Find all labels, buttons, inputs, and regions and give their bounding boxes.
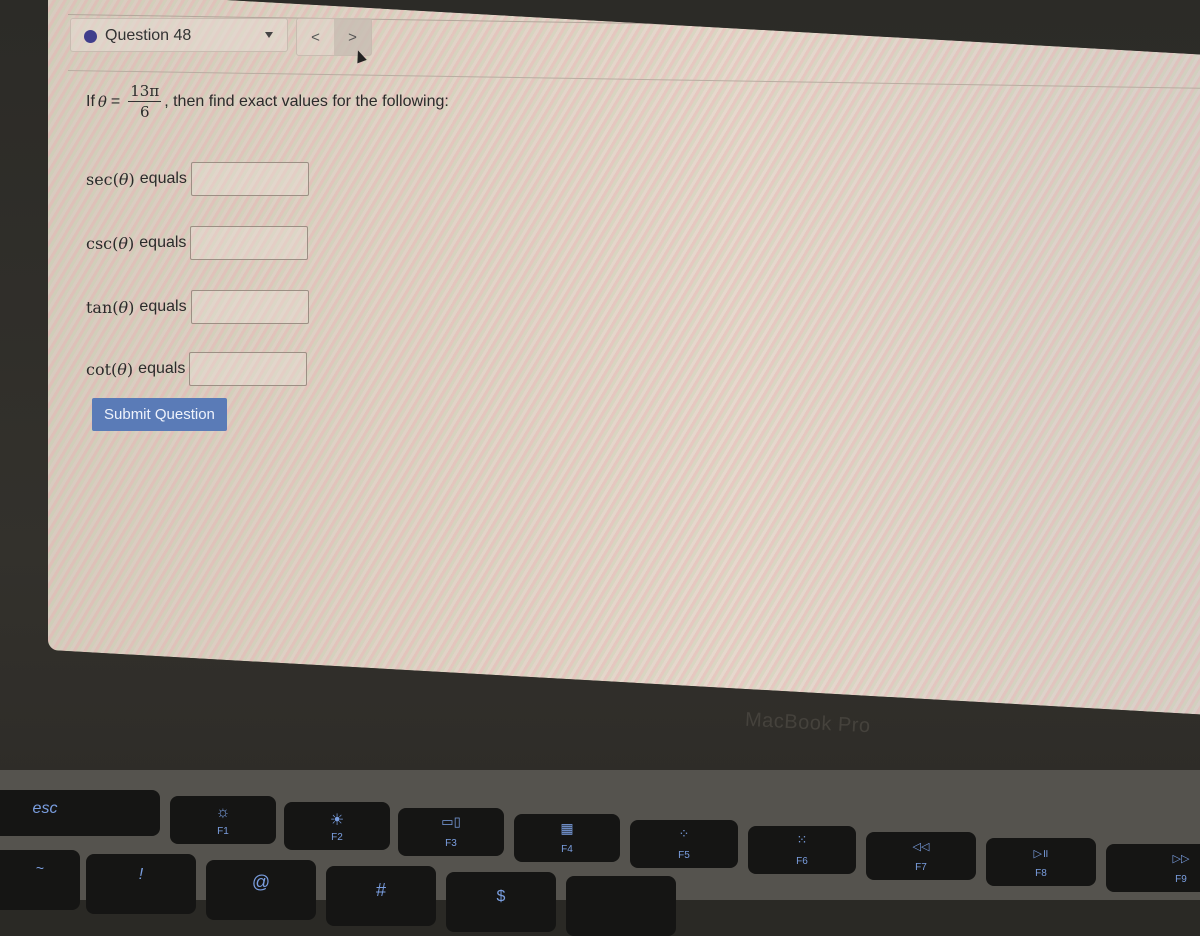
play-pause-icon: ▷॥ [1033, 848, 1049, 860]
equals-label: equals [139, 234, 187, 251]
prev-question-button[interactable]: < [297, 19, 334, 55]
csc-row: csc(θ) equals [86, 226, 309, 260]
mission-control-icon: ▭▯ [441, 814, 461, 829]
submit-question-button[interactable]: Submit Question [92, 398, 227, 431]
equals-sign: = [110, 92, 121, 110]
f4-key[interactable]: ▦ F4 [514, 814, 620, 862]
sec-row: sec(θ) equals [86, 162, 309, 196]
next-question-button[interactable]: > [334, 19, 371, 55]
key[interactable] [566, 876, 676, 936]
launchpad-icon: ▦ [560, 820, 574, 836]
f2-key[interactable]: ☀ F2 [284, 802, 390, 850]
status-dot-icon [84, 30, 97, 43]
equals-label: equals [139, 298, 187, 315]
function-label: csc(θ) [86, 233, 135, 253]
fast-forward-icon: ▷▷ [1172, 853, 1190, 865]
function-label: cot(θ) [86, 359, 134, 379]
f3-key[interactable]: ▭▯ F3 [398, 808, 504, 856]
csc-answer-input[interactable] [190, 226, 309, 260]
angle-fraction: 13π 6 [128, 82, 162, 121]
tan-row: tan(θ) equals [86, 290, 309, 324]
dollar-key[interactable]: $ [446, 872, 556, 932]
cot-answer-input[interactable] [189, 352, 308, 386]
esc-key[interactable]: esc [0, 790, 160, 836]
laptop-bezel: Question 48 < > If θ = 13π 6 , then find… [0, 0, 1200, 790]
question-label: Question 48 [105, 27, 192, 44]
question-prompt: If θ = 13π 6 , then find exact values fo… [86, 82, 449, 121]
fraction-denominator: 6 [139, 103, 150, 121]
brightness-up-icon: ☀ [329, 812, 345, 829]
keyboard: esc ☼ F1 ☀ F2 ▭▯ F3 ▦ F4 ⁘ F5 ⁙ F6 ◁◁ F7… [0, 770, 1200, 936]
equals-label: equals [138, 360, 186, 377]
at-key[interactable]: @ [206, 860, 316, 920]
f1-key[interactable]: ☼ F1 [170, 796, 276, 844]
sec-answer-input[interactable] [190, 162, 309, 196]
prompt-prefix: If [86, 92, 95, 110]
keyboard-light-down-icon: ⁘ [678, 826, 690, 841]
cot-row: cot(θ) equals [86, 352, 308, 386]
f6-key[interactable]: ⁙ F6 [748, 826, 856, 874]
function-label: sec(θ) [86, 169, 135, 189]
brightness-down-icon: ☼ [215, 804, 231, 821]
function-label: tan(θ) [86, 297, 135, 317]
chevron-left-icon: < [311, 28, 320, 46]
chevron-down-icon [265, 32, 273, 38]
f9-key[interactable]: ▷▷ F9 [1106, 844, 1200, 892]
question-select[interactable]: Question 48 [70, 18, 288, 52]
fraction-numerator: 13π [128, 82, 162, 102]
hash-key[interactable]: # [326, 866, 436, 926]
f8-key[interactable]: ▷॥ F8 [986, 838, 1096, 886]
screen: Question 48 < > If θ = 13π 6 , then find… [48, 0, 1200, 715]
theta-symbol: θ [97, 92, 107, 111]
device-brand-label: MacBook Pro [744, 708, 872, 738]
f7-key[interactable]: ◁◁ F7 [866, 832, 976, 880]
f5-key[interactable]: ⁘ F5 [630, 820, 738, 868]
equals-label: equals [139, 170, 187, 187]
rewind-icon: ◁◁ [912, 841, 930, 853]
exclamation-key[interactable]: ! [86, 854, 196, 914]
chevron-right-icon: > [348, 28, 357, 46]
tan-answer-input[interactable] [190, 290, 309, 324]
prompt-suffix: , then find exact values for the followi… [164, 92, 449, 110]
keyboard-light-up-icon: ⁙ [796, 832, 808, 847]
tilde-key[interactable]: ~ [0, 850, 80, 910]
